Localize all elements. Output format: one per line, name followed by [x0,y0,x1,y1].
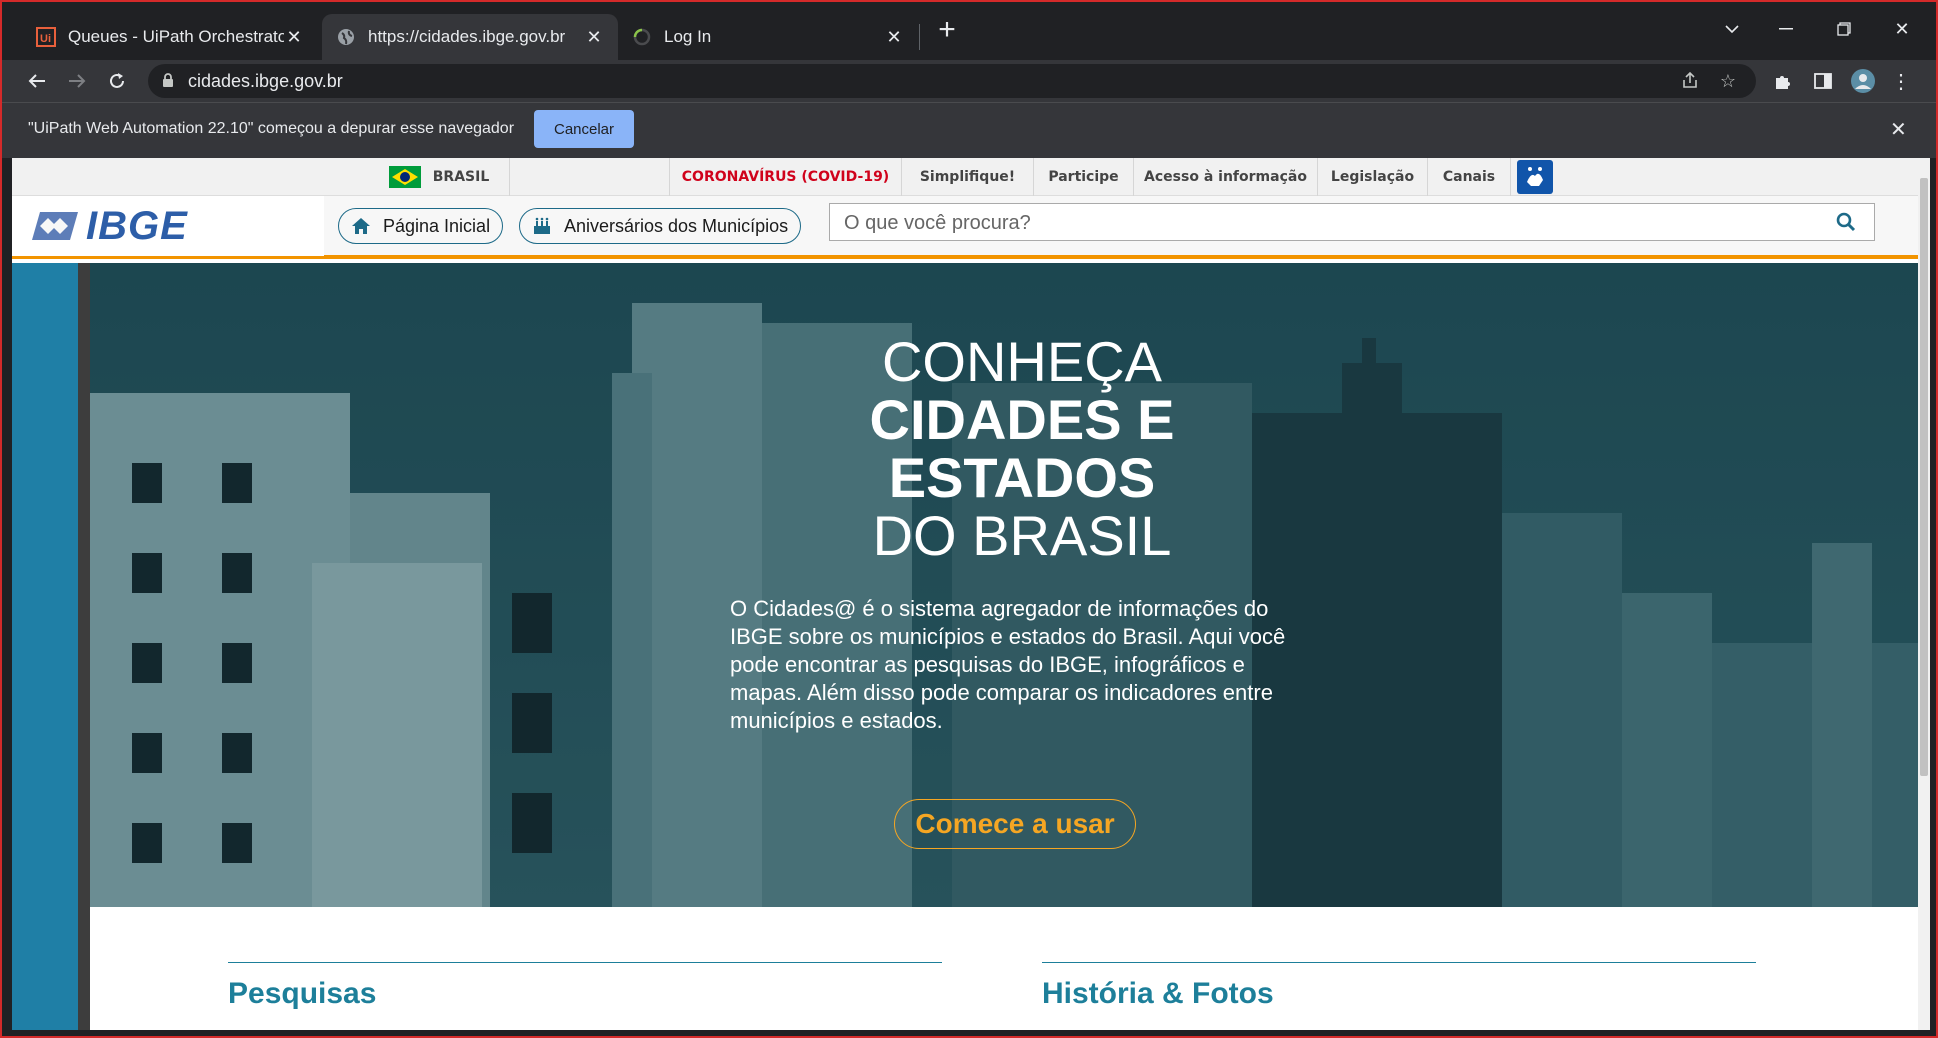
hero-line-cidades: CIDADES E [869,388,1175,451]
vlibras-accessibility-icon[interactable] [1517,158,1553,196]
close-window-icon[interactable]: ✕ [1882,14,1922,44]
birthday-cake-icon [532,216,552,236]
tab-search-chevron-icon[interactable] [1712,14,1752,44]
extensions-puzzle-icon[interactable] [1768,66,1798,96]
page-scrollbar[interactable] [1918,158,1930,1030]
tab-strip: Ui Queues - UiPath Orchestrator ✕ https:… [2,2,1936,60]
kebab-menu-icon[interactable]: ⋮ [1886,66,1916,96]
ibge-logo[interactable]: IBGE [12,196,324,256]
pesquisas-section-title[interactable]: Pesquisas [228,962,942,1011]
address-bar[interactable]: cidades.ibge.gov.br ☆ [148,64,1756,98]
minimize-icon[interactable] [1766,14,1806,44]
scrollbar-thumb[interactable] [1920,178,1928,776]
home-page-label: Página Inicial [383,215,491,236]
legislacao-link[interactable]: Legislação [1317,158,1427,196]
tab-title: Log In [664,27,712,46]
gov-bar-spacer [509,158,669,196]
tab-cidades-ibge[interactable]: https://cidades.ibge.gov.br ✕ [322,14,618,60]
hero-line-estados: ESTADOS [888,446,1156,509]
ibge-header: IBGE Página Inicial Aniversários dos Mun… [12,196,1918,259]
gov-bar: BRASIL CORONAVÍRUS (COVID-19) Simplifiqu… [12,158,1918,196]
ibge-logo-text: IBGE [86,203,188,248]
simplifique-link[interactable]: Simplifique! [901,158,1033,196]
brasil-link[interactable]: BRASIL [369,158,509,196]
close-tab-icon[interactable]: ✕ [584,27,604,48]
tab-title: https://cidades.ibge.gov.br [368,27,566,46]
tab-title: Queues - UiPath Orchestrator [68,27,284,46]
lock-icon [162,72,174,93]
browser-toolbar: cidades.ibge.gov.br ☆ ⋮ [2,60,1936,102]
brasil-label: BRASIL [432,169,490,185]
tab-uipath-orchestrator[interactable]: Ui Queues - UiPath Orchestrator ✕ [22,14,318,60]
municipal-birthdays-button[interactable]: Aniversários dos Municípios [519,208,802,244]
acesso-informacao-link[interactable]: Acesso à informação [1133,158,1317,196]
back-arrow-icon[interactable] [22,66,52,96]
cancel-button[interactable]: Cancelar [534,110,634,148]
search-icon[interactable] [1836,212,1856,237]
share-icon[interactable] [1678,71,1702,93]
new-tab-button[interactable]: + [932,15,962,46]
tab-divider [919,24,920,50]
loading-icon [632,27,652,47]
close-tab-icon[interactable]: ✕ [884,27,904,48]
historia-fotos-section-title[interactable]: História & Fotos [1042,962,1756,1011]
ibge-logo-mark-icon [32,212,78,240]
svg-text:Ui: Ui [40,33,51,45]
forward-arrow-icon[interactable] [62,66,92,96]
content-sections: Pesquisas História & Fotos [90,907,1918,1030]
participe-link[interactable]: Participe [1033,158,1133,196]
hero-description: O Cidades@ é o sistema agregador de info… [730,596,1286,733]
bottom-edge [2,1030,1936,1036]
globe-icon [336,27,356,47]
side-panel-icon[interactable] [1808,66,1838,96]
brazil-flag-icon [388,166,421,188]
left-dark-strip [78,263,90,1030]
hero-line-conheca: CONHEÇA [881,330,1163,393]
get-started-button[interactable]: Comece a usar [894,799,1136,849]
restore-icon[interactable] [1824,14,1864,44]
canais-link[interactable]: Canais [1427,158,1511,196]
hero-line-do-brasil: DO BRASIL [872,504,1172,567]
municipal-birthdays-label: Aniversários dos Municípios [564,215,789,236]
tab-log-in[interactable]: Log In ✕ [618,14,918,60]
infobar-message: "UiPath Web Automation 22.10" começou a … [28,120,515,137]
reload-icon[interactable] [102,66,132,96]
page-viewport: BRASIL CORONAVÍRUS (COVID-19) Simplifiqu… [12,158,1930,1030]
covid-link[interactable]: CORONAVÍRUS (COVID-19) [669,158,901,196]
hero-banner: CONHEÇA CIDADES E ESTADOS DO BRASIL O Ci… [12,263,1918,907]
uipath-icon: Ui [36,27,56,47]
search-input[interactable]: O que você procura? [829,203,1875,241]
debugging-infobar: "UiPath Web Automation 22.10" começou a … [2,102,1936,158]
home-page-button[interactable]: Página Inicial [338,208,504,244]
profile-avatar-icon[interactable] [1848,66,1878,96]
search-placeholder: O que você procura? [844,212,1031,234]
hero-heading: CONHEÇA CIDADES E ESTADOS DO BRASIL [652,333,1392,565]
close-tab-icon[interactable]: ✕ [284,27,304,48]
home-icon [351,217,371,235]
bookmark-star-icon[interactable]: ☆ [1716,71,1740,93]
left-accent-strip [12,263,78,1030]
close-infobar-icon[interactable]: ✕ [1890,117,1907,142]
url-text: cidades.ibge.gov.br [188,71,343,91]
browser-window: Ui Queues - UiPath Orchestrator ✕ https:… [0,0,1938,1038]
